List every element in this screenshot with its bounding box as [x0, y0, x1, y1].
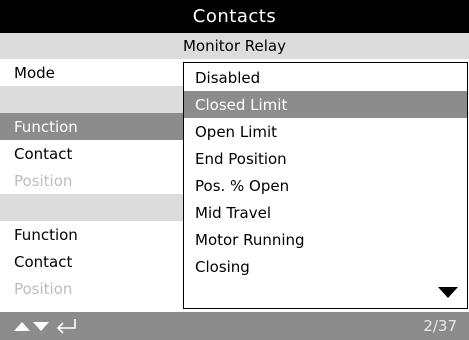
setting-label-position-1: Position: [14, 171, 73, 190]
dropdown-option[interactable]: Motor Running: [184, 226, 467, 253]
dropdown-option-selected[interactable]: Closed Limit: [184, 91, 467, 118]
scroll-down-arrow-icon[interactable]: [438, 287, 458, 298]
setting-label-contact-2[interactable]: Contact: [0, 248, 184, 275]
screen-title: Contacts: [0, 0, 469, 33]
setting-label-function-1[interactable]: Function: [0, 113, 184, 140]
settings-panel: Monitor Relay Mode Function Contact Posi…: [0, 33, 469, 312]
section-title: Monitor Relay: [0, 33, 469, 59]
setting-group-separator: [0, 194, 184, 221]
dropdown-option[interactable]: Closing: [184, 253, 467, 280]
enter-icon[interactable]: [56, 319, 76, 334]
function-dropdown-list[interactable]: Disabled Closed Limit Open Limit End Pos…: [183, 62, 468, 309]
dropdown-option[interactable]: Pos. % Open: [184, 172, 467, 199]
dropdown-option[interactable]: Open Limit: [184, 118, 467, 145]
setting-label-mode[interactable]: Mode: [0, 59, 184, 86]
page-indicator: 2/37: [423, 317, 457, 335]
setting-label-contact-1[interactable]: Contact: [0, 140, 184, 167]
footer-bar: 2/37: [0, 312, 469, 340]
up-arrow-icon[interactable]: [14, 322, 30, 331]
setting-group-separator: [0, 86, 184, 113]
dropdown-option[interactable]: Mid Travel: [184, 199, 467, 226]
nav-icons: [14, 319, 76, 334]
dropdown-option[interactable]: End Position: [184, 145, 467, 172]
down-arrow-icon[interactable]: [33, 322, 49, 331]
setting-label-position-2: Position: [14, 279, 73, 298]
setting-label-function-2[interactable]: Function: [0, 221, 184, 248]
dropdown-option[interactable]: Disabled: [184, 64, 467, 91]
